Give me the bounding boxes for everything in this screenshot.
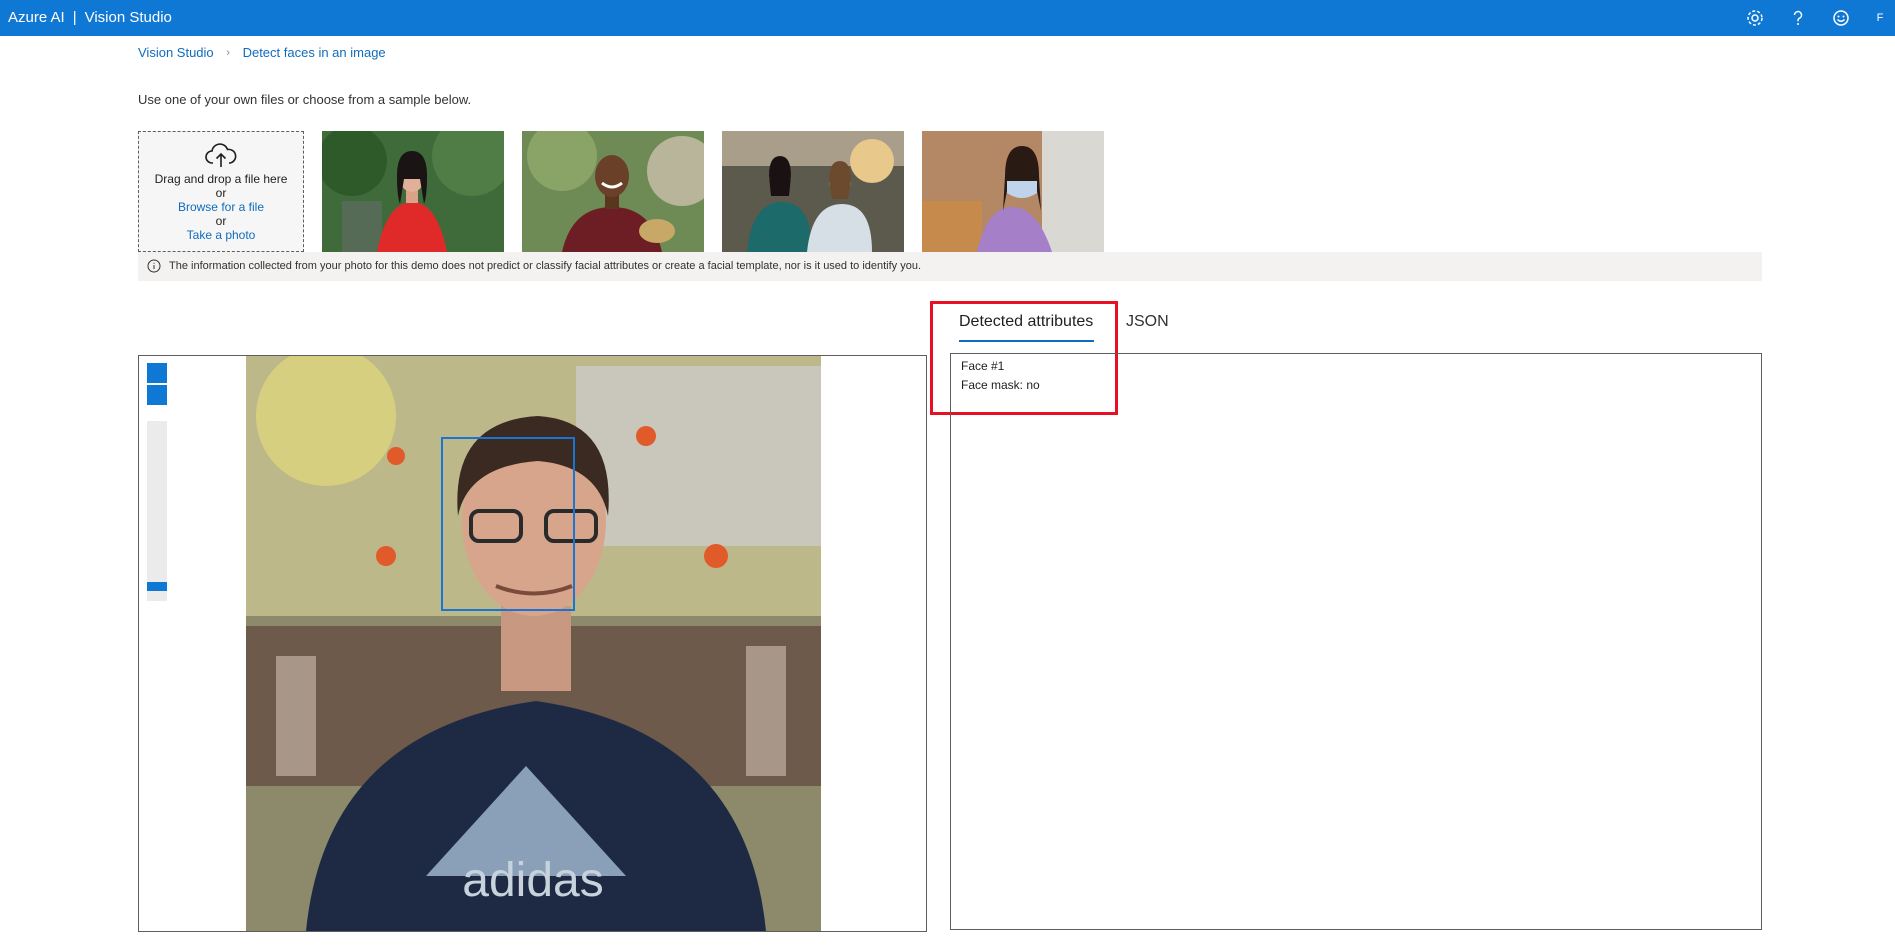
top-bar: Azure AI | Vision Studio F [0,0,1895,36]
feedback-smiley-icon[interactable] [1831,8,1851,28]
sample-image-man-smiling[interactable] [522,131,704,252]
settings-icon[interactable] [1745,8,1765,28]
upload-instructions: Use one of your own files or choose from… [138,92,472,107]
info-icon [147,259,161,273]
chevron-right-icon: › [226,46,230,59]
privacy-notice-text: The information collected from your phot… [169,260,922,272]
breadcrumb-current[interactable]: Detect faces in an image [243,45,386,60]
sample-image-woman-face-mask[interactable] [922,131,1104,252]
take-photo-link[interactable]: Take a photo [139,228,303,242]
breadcrumb: Vision Studio › Detect faces in an image [138,44,386,60]
user-avatar[interactable]: F [1870,8,1890,28]
file-drop-zone[interactable]: Drag and drop a file here or Browse for … [138,131,304,252]
or-text: or [215,214,227,228]
app-brand[interactable]: Azure AI | Vision Studio [8,0,172,36]
face-mask-result: Face mask: no [961,378,1040,392]
privacy-notice: The information collected from your phot… [138,252,1762,281]
product-name: Azure AI [8,9,65,26]
zoom-slider[interactable] [147,421,167,601]
analyzed-image: adidas [246,356,821,931]
tab-json[interactable]: JSON [1126,313,1169,331]
zoom-in-button[interactable] [147,363,167,383]
app-name: Vision Studio [84,9,172,26]
cloud-upload-icon [204,142,238,170]
or-text: or [215,186,227,200]
face-bounding-box[interactable] [441,437,575,611]
help-icon[interactable] [1788,8,1808,28]
svg-text:adidas: adidas [462,854,603,907]
brand-separator: | [72,9,77,26]
breadcrumb-root-link[interactable]: Vision Studio [138,45,214,60]
zoom-slider-thumb[interactable] [147,582,167,591]
drag-drop-text: Drag and drop a file here [154,172,288,186]
sample-image-woman-red-dress[interactable] [322,131,504,252]
image-viewer: adidas [138,355,927,932]
results-panel: Face #1 Face mask: no [950,353,1762,930]
face-number-label: Face #1 [961,359,1005,373]
sample-image-two-women-office[interactable] [722,131,904,252]
browse-file-link[interactable]: Browse for a file [139,200,303,214]
zoom-out-button[interactable] [147,385,167,405]
